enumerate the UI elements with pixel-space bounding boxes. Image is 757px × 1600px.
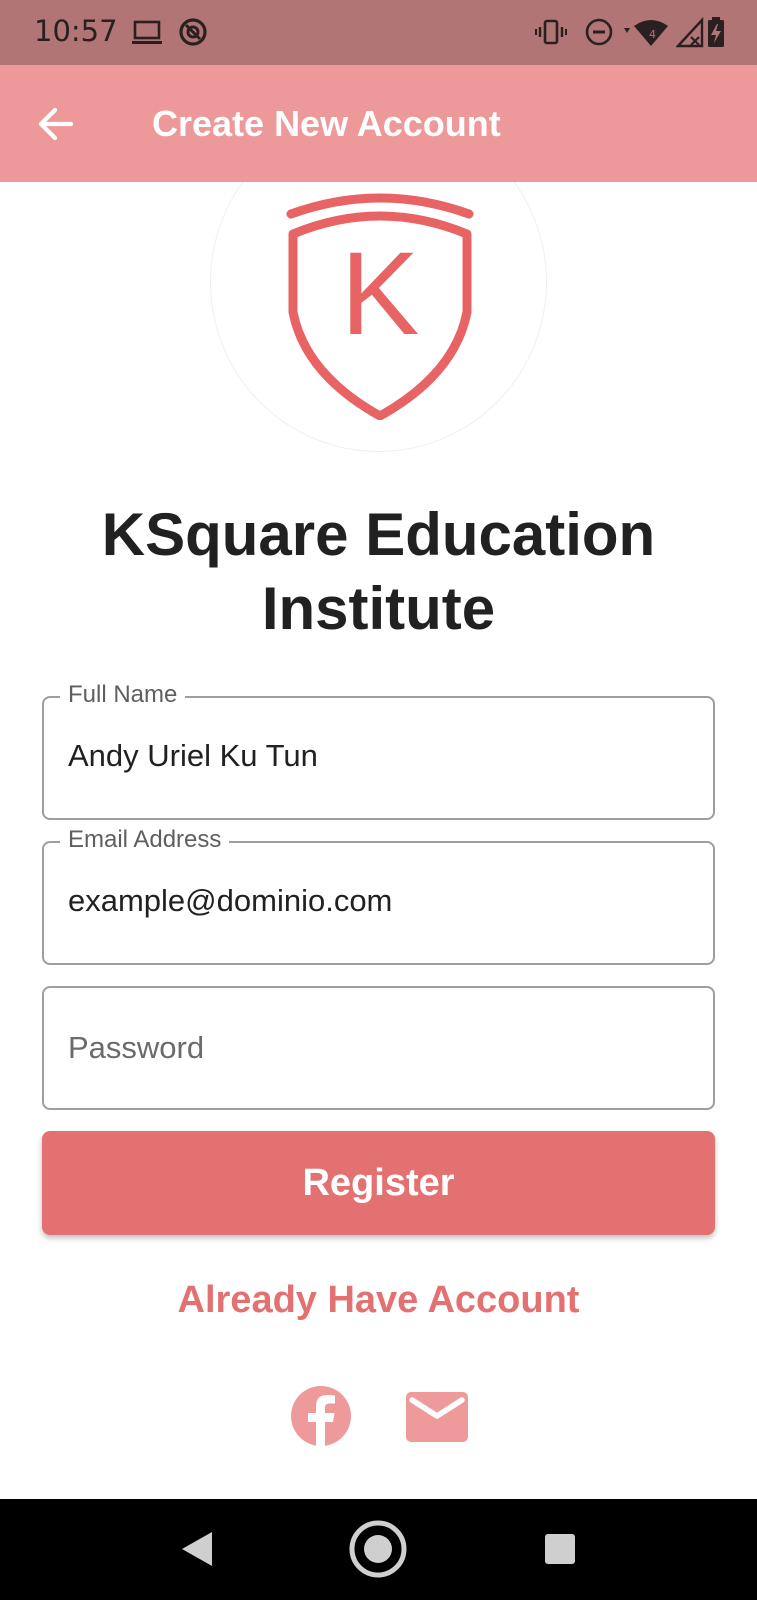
register-button-label: Register	[302, 1161, 455, 1204]
app-bar: Create New Account	[0, 65, 757, 182]
page-title: Create New Account	[152, 103, 501, 144]
signal-icon	[676, 16, 704, 48]
nav-home-icon[interactable]	[348, 1519, 408, 1579]
institute-logo: K	[286, 193, 474, 420]
email-field[interactable]: Email Address example@dominio.com	[42, 826, 715, 965]
password-placeholder[interactable]: Password	[68, 1030, 204, 1066]
already-have-account-link[interactable]: Already Have Account	[42, 1279, 715, 1322]
institution-name: KSquare Education Institute	[101, 501, 656, 642]
svg-text:4: 4	[649, 28, 656, 41]
mail-icon[interactable]	[406, 1392, 468, 1442]
email-label: Email Address	[60, 826, 230, 854]
status-bar: 10:57 4	[0, 0, 757, 65]
facebook-icon[interactable]	[290, 1385, 352, 1447]
vibrate-icon	[535, 19, 567, 45]
full-name-field[interactable]: Full Name Andy Uriel Ku Tun	[42, 681, 715, 820]
back-button[interactable]	[28, 96, 84, 152]
arrow-back-icon	[38, 107, 74, 141]
nav-back-icon[interactable]	[180, 1530, 214, 1568]
wifi-icon: 4	[624, 20, 668, 46]
full-name-value[interactable]: Andy Uriel Ku Tun	[68, 738, 318, 774]
email-value[interactable]: example@dominio.com	[68, 883, 392, 919]
full-name-label: Full Name	[60, 681, 186, 709]
logo-letter: K	[341, 228, 420, 360]
ring-icon	[179, 18, 207, 46]
navigation-bar	[0, 1499, 757, 1600]
do-not-disturb-icon	[585, 18, 613, 46]
password-field[interactable]: Password	[42, 986, 715, 1110]
register-button[interactable]: Register	[42, 1131, 715, 1235]
battery-icon	[708, 17, 724, 47]
nav-recents-icon[interactable]	[544, 1533, 576, 1565]
laptop-icon	[132, 20, 162, 44]
status-time: 10:57	[34, 14, 118, 48]
